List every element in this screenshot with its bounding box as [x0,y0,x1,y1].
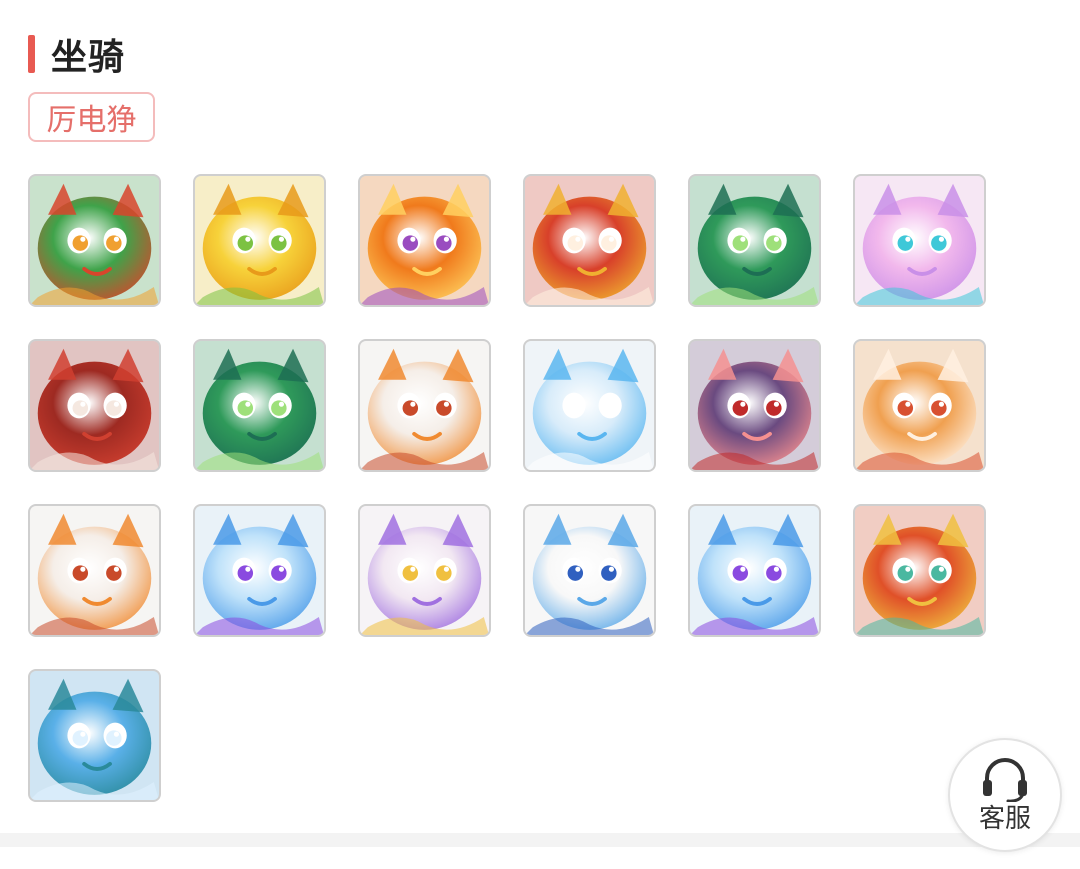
title-accent-bar [28,35,35,73]
customer-service-label: 客服 [978,804,1031,834]
section-divider [0,833,1080,847]
mount-item[interactable] [358,174,491,307]
mount-item[interactable] [193,504,326,637]
mount-item[interactable] [688,174,821,307]
golden-red-dragon-icon [525,176,654,305]
yellow-fruit-creature-icon [195,176,324,305]
green-jade-dragon-icon [690,176,819,305]
mount-item[interactable] [193,174,326,307]
blue-beast-icon [30,671,159,800]
mount-item[interactable] [193,339,326,472]
mount-item[interactable] [28,174,161,307]
mount-item[interactable] [523,504,656,637]
mount-item[interactable] [28,504,161,637]
orange-fox-icon [855,341,984,470]
section-title: 坐骑 [51,37,126,78]
mount-item[interactable] [853,174,986,307]
purple-unicorn-icon [360,506,489,635]
mount-item[interactable] [523,339,656,472]
green-jade-dragon-icon [195,341,324,470]
red-fox-icon [855,506,984,635]
mount-item[interactable] [688,504,821,637]
white-rabbit-icon [360,341,489,470]
white-rabbit-icon [30,506,159,635]
blue-cat-icon [195,506,324,635]
mount-item[interactable] [853,339,986,472]
purple-pig-icon [690,341,819,470]
headset-icon [978,756,1032,802]
mount-item[interactable] [523,174,656,307]
mount-item[interactable] [358,339,491,472]
white-cat-icon [525,506,654,635]
blue-cat-icon [690,506,819,635]
page: 坐骑 厉电狰 客服 [0,0,1080,869]
mount-item[interactable] [358,504,491,637]
mount-name-tag[interactable]: 厉电狰 [28,92,155,142]
red-beetle-icon [30,341,159,470]
pink-deer-icon [855,176,984,305]
customer-service-button[interactable]: 客服 [948,738,1062,852]
mount-item[interactable] [853,504,986,637]
green-red-dragon-lion-icon [30,176,159,305]
mount-item[interactable] [28,669,161,802]
mount-item[interactable] [28,339,161,472]
ice-skull-dragon-icon [525,341,654,470]
mount-item[interactable] [688,339,821,472]
section-header: 坐骑 [28,32,125,78]
orange-goldfish-icon [360,176,489,305]
